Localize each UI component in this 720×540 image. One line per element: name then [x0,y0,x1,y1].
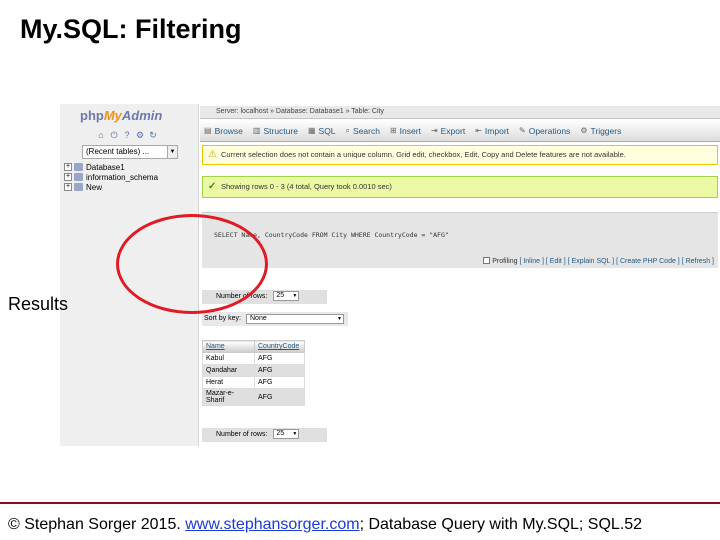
rows-select-top[interactable]: 25 ▼ [273,291,300,302]
tab-browse[interactable]: ▤ Browse [204,126,243,136]
tab-insert[interactable]: ⊞ Insert [390,126,421,136]
tab-structure[interactable]: ▥ Structure [253,126,298,136]
import-icon: ⇤ [475,126,482,135]
column-header-countrycode[interactable]: CountryCode [254,340,305,353]
results-label: Results [8,294,69,314]
table-row: Kabul AFG [202,352,305,365]
expand-icon[interactable]: + [64,183,72,191]
reload-icon[interactable]: ↻ [148,130,158,140]
tab-export[interactable]: ⇥ Export [431,126,465,136]
cell-countrycode: AFG [254,352,305,365]
cell-name: Qandahar [202,364,255,377]
query-action-links[interactable]: [ Inline ] [ Edit ] [ Explain SQL ] [ Cr… [519,258,714,265]
tab-sql[interactable]: ▦ SQL [308,126,336,136]
browse-icon: ▤ [204,126,212,135]
insert-icon: ⊞ [389,126,397,135]
cell-countrycode: AFG [254,364,305,377]
tab-triggers[interactable]: ⚙ Triggers [580,126,621,136]
sort-by-key-bar: Sort by key: None ▼ [202,312,348,326]
rows-select-bottom[interactable]: 25 ▼ [273,429,300,440]
expand-icon[interactable]: + [64,173,72,181]
tab-search[interactable]: ⌕ Search [346,126,380,136]
chevron-down-icon: ▼ [292,293,298,300]
sql-query-links: Profiling [ Inline ] [ Edit ] [ Explain … [483,257,714,265]
chevron-down-icon: ▼ [292,431,298,438]
home-icon[interactable]: ⌂ [96,130,106,140]
cell-countrycode: AFG [254,376,305,389]
database-tree: + Database1 + information_schema + New [64,162,158,192]
tab-import[interactable]: ⇤ Import [475,126,509,136]
logout-icon[interactable]: ⏻ [109,130,119,140]
pma-main-panel: Server: localhost » Database: Database1 … [200,104,720,446]
footer-divider [0,502,720,504]
database-icon [74,163,83,171]
export-icon: ⇥ [430,126,438,135]
profiling-checkbox[interactable] [483,257,491,264]
table-row: Mazar-e-Sharif AFG [202,388,305,406]
warning-notice: ⚠ Current selection does not contain a u… [202,145,718,165]
slide-title: My.SQL: Filtering [20,14,242,44]
docs-icon[interactable]: ? [122,130,132,140]
settings-icon[interactable]: ⚙ [135,130,145,140]
cell-name: Kabul [202,352,255,365]
cell-name: Mazar-e-Sharif [202,388,255,406]
search-icon: ⌕ [345,125,351,135]
column-header-name[interactable]: Name [202,340,255,353]
database-icon [74,173,83,181]
rows-per-page-bottom: Number of rows: 25 ▼ [202,428,327,442]
operations-icon: ✎ [519,126,526,135]
sql-icon: ▦ [307,126,316,135]
structure-icon: ▥ [252,126,261,135]
new-database-icon [74,183,83,191]
tree-item-database1[interactable]: + Database1 [64,162,158,172]
chevron-down-icon: ▼ [337,316,342,322]
tree-item-new[interactable]: + New [64,182,158,192]
success-notice: ✓ Showing rows 0 - 3 (4 total, Query too… [202,176,718,198]
tab-operations[interactable]: ✎ Operations [519,126,570,136]
nav-icon-bar: ⌂ ⏻ ? ⚙ ↻ [96,130,158,140]
sql-query-box: SELECT Name, CountryCode FROM City WHERE… [202,212,718,268]
tab-bar: ▤ Browse ▥ Structure ▦ SQL ⌕ Search ⊞ Insert … [200,120,720,142]
table-row: Qandahar AFG [202,364,305,377]
expand-icon[interactable]: + [64,163,72,171]
profiling-label: Profiling [492,258,518,265]
warning-icon: ⚠ [208,149,217,160]
results-highlight-circle [116,214,268,314]
slide-footer: © Stephan Sorger 2015. www.stephansorger… [8,516,643,533]
checkmark-icon: ✓ [208,181,217,192]
results-table: Name CountryCode Kabul AFG Qandahar AFG … [202,340,305,406]
phpmyadmin-logo[interactable]: phpMyAdmin [80,108,162,123]
sort-by-key-select[interactable]: None ▼ [246,314,344,324]
table-row: Herat AFG [202,376,305,389]
cell-name: Herat [202,376,255,389]
breadcrumb[interactable]: Server: localhost » Database: Database1 … [200,106,720,119]
tree-item-information-schema[interactable]: + information_schema [64,172,158,182]
cell-countrycode: AFG [254,388,305,406]
recent-tables-select[interactable]: (Recent tables) ... ▼ [82,145,178,159]
chevron-down-icon: ▼ [167,146,177,158]
footer-link[interactable]: www.stephansorger.com [185,516,359,533]
triggers-icon: ⚙ [580,126,588,135]
